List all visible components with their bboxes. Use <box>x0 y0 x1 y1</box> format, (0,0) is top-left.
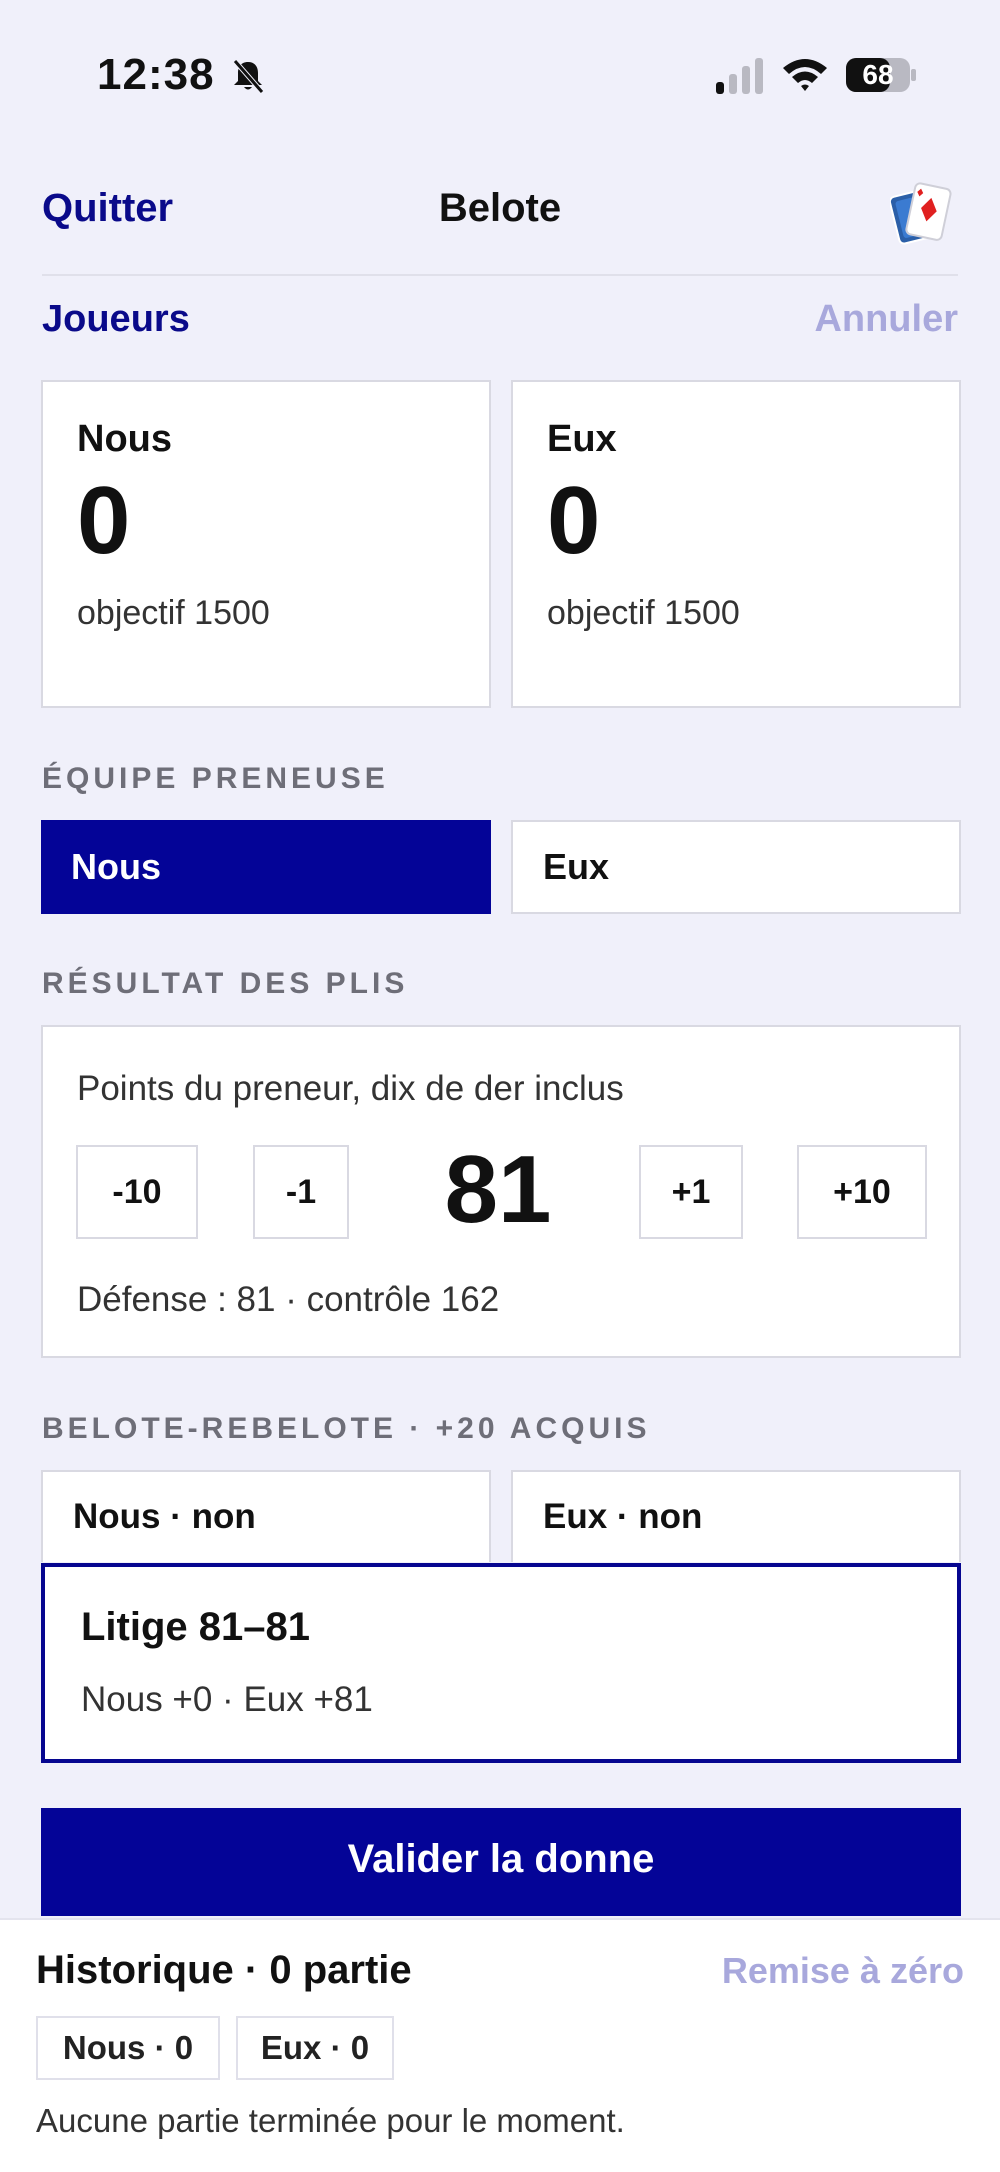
page-title: Belote <box>438 186 562 230</box>
minus-10-button[interactable]: -10 <box>76 1145 198 1239</box>
score-card-nous: Nous 0 objectif 1500 <box>41 380 491 708</box>
team-score: 0 <box>77 467 131 574</box>
tricks-caption: Points du preneur, dix de der inclus <box>77 1069 624 1108</box>
cellular-signal-icon <box>716 58 763 94</box>
plus-1-button[interactable]: +1 <box>639 1145 743 1239</box>
taker-option-nous[interactable]: Nous <box>41 820 491 914</box>
history-empty-text: Aucune partie terminée pour le moment. <box>36 2102 625 2139</box>
belote-section-label: BELOTE-REBELOTE · +20 ACQUIS <box>42 1412 651 1445</box>
status-time: 12:38 <box>97 50 215 99</box>
history-panel: Historique · 0 partie Remise à zéro Nous… <box>0 1918 1000 2172</box>
bell-muted-icon <box>233 59 264 94</box>
playing-cards-icon[interactable] <box>890 178 954 248</box>
status-bar: 12:38 68 <box>0 0 1000 150</box>
litige-title: Litige 81–81 <box>81 1605 311 1649</box>
reset-button[interactable]: Remise à zéro <box>722 1950 964 1992</box>
litige-detail: Nous +0 · Eux +81 <box>81 1680 373 1719</box>
defense-text: Défense : 81 · contrôle 162 <box>77 1280 500 1319</box>
history-chip-nous: Nous · 0 <box>36 2016 220 2080</box>
validate-deal-button[interactable]: Valider la donne <box>41 1808 961 1916</box>
belote-toggle-eux[interactable]: Eux · non <box>511 1470 961 1562</box>
team-goal: objectif 1500 <box>77 593 270 632</box>
tricks-card: Points du preneur, dix de der inclus -10… <box>41 1025 961 1358</box>
nav-divider <box>42 274 958 276</box>
team-name: Nous <box>77 418 172 460</box>
tricks-section-label: RÉSULTAT DES PLIS <box>42 967 409 1000</box>
taker-option-eux[interactable]: Eux <box>511 820 961 914</box>
cancel-button[interactable]: Annuler <box>814 298 958 341</box>
score-card-eux: Eux 0 objectif 1500 <box>511 380 961 708</box>
tricks-value: 81 <box>444 1136 552 1243</box>
history-title: Historique · 0 partie <box>36 1948 412 1992</box>
belote-toggle-nous[interactable]: Nous · non <box>41 1470 491 1562</box>
team-name: Eux <box>547 418 617 460</box>
minus-1-button[interactable]: -1 <box>253 1145 349 1239</box>
battery-level: 68 <box>862 59 894 90</box>
team-score: 0 <box>547 467 601 574</box>
litige-card: Litige 81–81 Nous +0 · Eux +81 <box>41 1563 961 1763</box>
history-chip-eux: Eux · 0 <box>236 2016 394 2080</box>
wifi-icon <box>783 59 827 91</box>
players-button[interactable]: Joueurs <box>42 298 190 341</box>
team-goal: objectif 1500 <box>547 593 740 632</box>
plus-10-button[interactable]: +10 <box>797 1145 927 1239</box>
taker-section-label: ÉQUIPE PRENEUSE <box>42 762 389 795</box>
